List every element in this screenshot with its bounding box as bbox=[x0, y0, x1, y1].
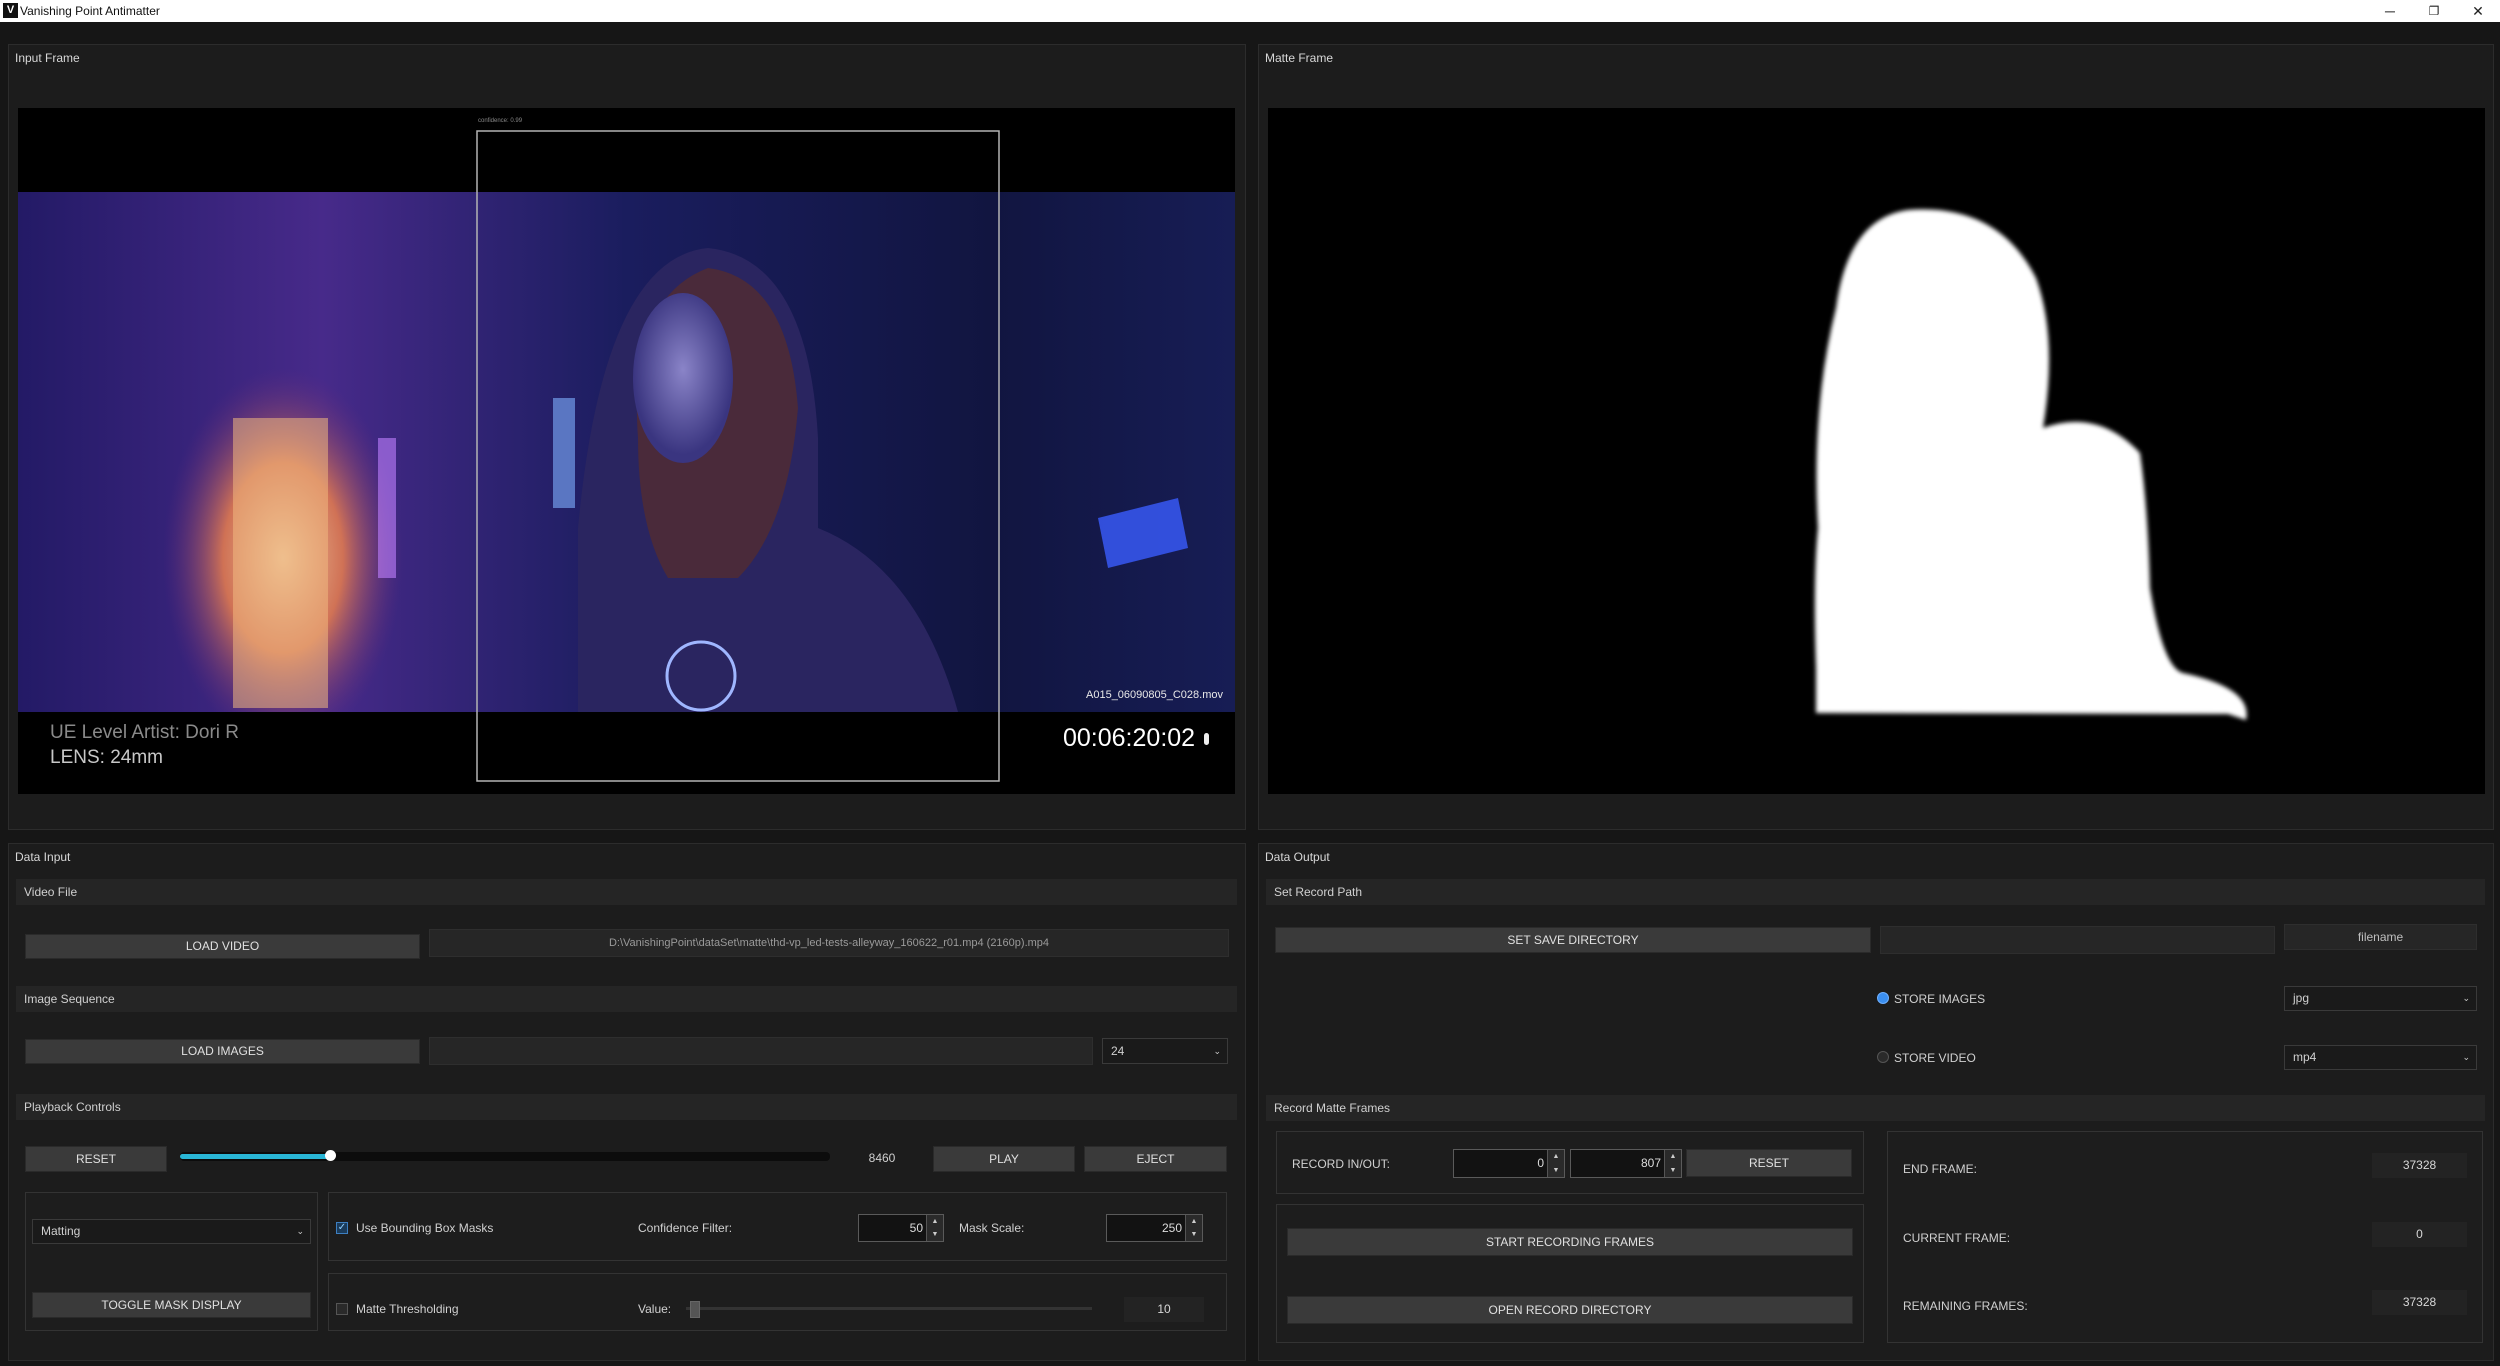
close-button[interactable]: ✕ bbox=[2456, 0, 2500, 22]
threshold-value-field[interactable]: 10 bbox=[1124, 1297, 1204, 1322]
threshold-value-label: Value: bbox=[638, 1302, 672, 1316]
chevron-down-icon: ⌄ bbox=[296, 1226, 304, 1236]
display-mode-select[interactable]: Matting ⌄ bbox=[32, 1219, 311, 1244]
scene-neon-sign bbox=[378, 438, 396, 578]
input-frame-title: Input Frame bbox=[15, 51, 80, 65]
display-mode-value: Matting bbox=[41, 1224, 81, 1238]
record-out-value: 807 bbox=[1640, 1156, 1661, 1170]
image-sequence-header: Image Sequence bbox=[16, 986, 1237, 1012]
playback-reset-button[interactable]: RESET bbox=[25, 1146, 167, 1172]
record-in-value: 0 bbox=[1537, 1156, 1544, 1170]
confidence-filter-label: Confidence Filter: bbox=[638, 1221, 733, 1235]
spin-arrows-icon[interactable]: ▲ ▼ bbox=[926, 1215, 943, 1241]
record-out-spinbox[interactable]: 807 ▲ ▼ bbox=[1570, 1149, 1682, 1178]
confidence-filter-spinbox[interactable]: 50 ▲ ▼ bbox=[858, 1214, 944, 1242]
toggle-mask-display-button[interactable]: TOGGLE MASK DISPLAY bbox=[32, 1292, 311, 1318]
open-record-directory-button[interactable]: OPEN RECORD DIRECTORY bbox=[1287, 1296, 1853, 1324]
spin-arrows-icon[interactable]: ▲ ▼ bbox=[1664, 1150, 1681, 1177]
timeline-slider[interactable] bbox=[180, 1150, 830, 1161]
use-bbox-checkbox[interactable]: ✓ bbox=[336, 1222, 348, 1234]
matte-viewport bbox=[1268, 108, 2485, 794]
subject-face bbox=[633, 293, 733, 463]
confidence-filter-value: 50 bbox=[909, 1221, 923, 1235]
matte-threshold-checkbox[interactable] bbox=[336, 1303, 348, 1315]
record-in-out-label: RECORD IN/OUT: bbox=[1292, 1157, 1391, 1171]
video-file-header: Video File bbox=[16, 879, 1237, 905]
restore-button[interactable]: ❐ bbox=[2412, 0, 2456, 22]
scene-building-lights bbox=[233, 418, 328, 708]
data-output-title: Data Output bbox=[1265, 850, 1330, 864]
eject-button[interactable]: EJECT bbox=[1084, 1146, 1227, 1172]
timecode: 00:06:20:02 bbox=[1063, 724, 1196, 752]
video-format-select[interactable]: mp4 ⌄ bbox=[2284, 1045, 2477, 1070]
clip-name: A015_06090805_C028.mov bbox=[1086, 689, 1224, 701]
end-frame-value: 37328 bbox=[2372, 1153, 2467, 1178]
store-images-radio[interactable] bbox=[1877, 992, 1889, 1004]
artist-credit: UE Level Artist: Dori R bbox=[50, 722, 239, 743]
bounding-box-label: confidence: 0.99 bbox=[478, 118, 523, 124]
window-titlebar: V Vanishing Point Antimatter ─ ❐ ✕ bbox=[0, 0, 2500, 22]
record-indicator-icon bbox=[1204, 733, 1209, 745]
current-frame-label: CURRENT FRAME: bbox=[1903, 1231, 2011, 1245]
current-frame-value: 0 bbox=[2372, 1222, 2467, 1247]
matte-silhouette bbox=[1814, 209, 2247, 720]
image-format-select[interactable]: jpg ⌄ bbox=[2284, 986, 2477, 1011]
filename-field[interactable]: filename bbox=[2284, 924, 2477, 950]
video-path-field[interactable]: D:\VanishingPoint\dataSet\matte\thd-vp_l… bbox=[429, 929, 1229, 957]
store-video-label: STORE VIDEO bbox=[1894, 1051, 1976, 1065]
remaining-frames-value: 37328 bbox=[2372, 1290, 2467, 1315]
matte-threshold-label: Matte Thresholding bbox=[356, 1302, 459, 1316]
end-frame-label: END FRAME: bbox=[1903, 1162, 1978, 1176]
mask-scale-value: 250 bbox=[1161, 1221, 1182, 1235]
save-directory-field[interactable] bbox=[1880, 926, 2275, 954]
mask-scale-label: Mask Scale: bbox=[959, 1221, 1025, 1235]
app-logo-icon: V bbox=[3, 3, 18, 18]
mask-scale-spinbox[interactable]: 250 ▲ ▼ bbox=[1106, 1214, 1203, 1242]
threshold-slider[interactable] bbox=[686, 1301, 1092, 1318]
timeline-handle[interactable] bbox=[324, 1150, 336, 1161]
lens-info: LENS: 24mm bbox=[50, 747, 163, 768]
record-reset-button[interactable]: RESET bbox=[1686, 1149, 1852, 1177]
spin-arrows-icon[interactable]: ▲ ▼ bbox=[1547, 1150, 1564, 1177]
spin-arrows-icon[interactable]: ▲ ▼ bbox=[1185, 1215, 1202, 1241]
threshold-slider-handle[interactable] bbox=[690, 1301, 701, 1318]
fps-select[interactable]: 24 ⌄ bbox=[1102, 1038, 1228, 1064]
record-in-spinbox[interactable]: 0 ▲ ▼ bbox=[1453, 1149, 1565, 1178]
load-images-button[interactable]: LOAD IMAGES bbox=[25, 1039, 420, 1064]
play-button[interactable]: PLAY bbox=[933, 1146, 1075, 1172]
timeline-progress bbox=[180, 1154, 330, 1159]
matte-frame-title: Matte Frame bbox=[1265, 51, 1334, 65]
chevron-down-icon: ⌄ bbox=[1213, 1046, 1221, 1056]
start-recording-button[interactable]: START RECORDING FRAMES bbox=[1287, 1228, 1853, 1256]
minimize-button[interactable]: ─ bbox=[2368, 0, 2412, 22]
set-save-directory-button[interactable]: SET SAVE DIRECTORY bbox=[1275, 927, 1871, 953]
use-bbox-label: Use Bounding Box Masks bbox=[356, 1221, 494, 1235]
chevron-down-icon: ⌄ bbox=[2462, 993, 2470, 1003]
image-sequence-path-field[interactable] bbox=[429, 1037, 1093, 1065]
image-format-value: jpg bbox=[2293, 991, 2310, 1005]
input-video-viewport: confidence: 0.99 A015_06090805_C028.mov … bbox=[18, 108, 1235, 794]
fps-value: 24 bbox=[1111, 1044, 1125, 1058]
thresholding-group bbox=[328, 1273, 1227, 1331]
frame-counter: 8460 bbox=[868, 1151, 896, 1165]
record-matte-frames-header: Record Matte Frames bbox=[1266, 1095, 2485, 1121]
remaining-frames-label: REMAINING FRAMES: bbox=[1903, 1299, 2028, 1313]
input-video-frame bbox=[18, 130, 1235, 794]
scene-neon-sign bbox=[553, 398, 575, 508]
set-record-path-header: Set Record Path bbox=[1266, 879, 2485, 905]
load-video-button[interactable]: LOAD VIDEO bbox=[25, 934, 420, 959]
chevron-down-icon: ⌄ bbox=[2462, 1052, 2470, 1062]
store-video-radio[interactable] bbox=[1877, 1051, 1889, 1063]
video-format-value: mp4 bbox=[2293, 1050, 2317, 1064]
matte-image bbox=[1814, 209, 2247, 720]
window-title: Vanishing Point Antimatter bbox=[20, 4, 160, 18]
playback-controls-header: Playback Controls bbox=[16, 1094, 1237, 1120]
data-input-title: Data Input bbox=[15, 850, 71, 864]
store-images-label: STORE IMAGES bbox=[1894, 992, 1986, 1006]
